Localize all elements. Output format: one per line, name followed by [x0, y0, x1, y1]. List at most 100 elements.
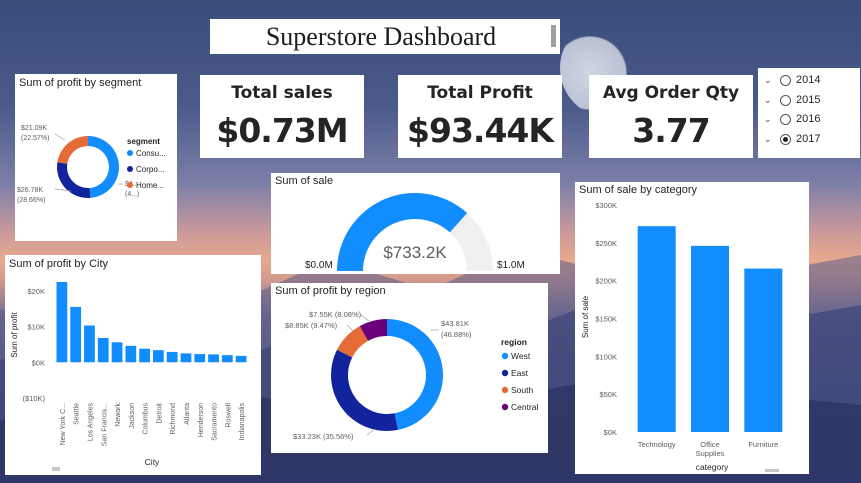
title-scrollbar[interactable]: [551, 25, 556, 47]
data-label: (28.66%): [17, 197, 45, 204]
radio-button-2015[interactable]: [780, 94, 791, 106]
x-tick-label: Indianapolis: [239, 403, 246, 441]
y-axis-title: Sum of sale: [581, 295, 590, 338]
segment-profit-chart[interactable]: Sum of profit by segment $21.09K (22.57%)…: [15, 74, 177, 241]
x-axis-title: City: [145, 457, 160, 467]
legend-label: Consu...: [136, 149, 166, 158]
bar-seattle: [70, 306, 82, 363]
y-tick-label: $150K: [595, 315, 617, 324]
kpi-value: $93.44K: [407, 111, 554, 150]
y-axis-title: Sum of profit: [10, 312, 19, 358]
chevron-down-icon[interactable]: ⌄: [764, 75, 776, 86]
slicer-item-2014[interactable]: ⌄ 2014: [764, 72, 820, 88]
slicer-label: 2017: [796, 133, 821, 145]
y-tick-label: $200K: [595, 277, 617, 286]
x-tick-label: Office: [700, 440, 719, 449]
horizontal-scrollbar: [765, 469, 779, 472]
legend-marker: [127, 166, 133, 172]
bar-sacramento: [208, 354, 219, 363]
kpi-card-total-sales[interactable]: Total sales $0.73M: [200, 75, 364, 158]
year-slicer[interactable]: ⌄ 2014 ⌄ 2015 ⌄ 2016 ⌄ 2017: [758, 68, 860, 158]
slicer-item-2015[interactable]: ⌄ 2015: [764, 92, 820, 108]
kpi-value: $0.73M: [216, 111, 348, 150]
leader-line: [346, 324, 354, 332]
chevron-down-icon[interactable]: ⌄: [764, 114, 776, 125]
kpi-card-avg-order-qty[interactable]: Avg Order Qty 3.77: [589, 75, 753, 158]
bar-jackson: [125, 345, 137, 363]
category-bar-svg: $300K $250K $200K $150K $100K $50K $0K Sum of s…: [581, 201, 783, 472]
leader-line: [360, 314, 370, 322]
leader-line: [54, 133, 66, 141]
chevron-down-icon[interactable]: ⌄: [764, 95, 776, 106]
legend-label: South: [511, 385, 533, 395]
data-label: (4...): [125, 191, 139, 198]
legend-marker: [501, 386, 509, 394]
x-tick-label: Richmond: [170, 403, 177, 435]
donut-slice-home-office: [57, 136, 88, 164]
legend-label: Home...: [136, 181, 164, 190]
kpi-card-total-profit[interactable]: Total Profit $93.44K: [398, 75, 562, 158]
legend-marker: [127, 150, 133, 156]
x-tick-label: Sacramento: [212, 403, 219, 441]
slicer-label: 2014: [796, 74, 821, 86]
legend-marker: [501, 403, 509, 411]
x-axis-title: category: [696, 462, 729, 472]
city-bar-svg: $20K $10K $0K ($10K) Sum of profit New York C…: [10, 281, 247, 471]
radio-button-2017-selected[interactable]: [780, 133, 791, 145]
x-tick-label: Henderson: [198, 403, 205, 437]
y-tick-label: $250K: [595, 239, 617, 248]
category-sale-chart[interactable]: Sum of sale by category $300K $250K $200K $…: [575, 182, 809, 474]
y-tick-label: ($10K): [22, 394, 45, 403]
legend-marker: [127, 182, 133, 188]
radio-button-2014[interactable]: [780, 74, 791, 86]
bar-newark: [111, 342, 123, 363]
kpi-label: Total Profit: [427, 83, 533, 103]
legend-marker: [501, 352, 509, 360]
data-label: $43.81K: [441, 319, 469, 328]
data-label: $33.23K (35.56%): [293, 432, 354, 441]
data-label: $21.09K: [21, 125, 47, 132]
radio-button-2016[interactable]: [780, 113, 791, 125]
x-tick-label: Newark: [115, 403, 122, 427]
x-tick-label: Roswell: [225, 403, 232, 428]
bar-atlanta: [180, 353, 192, 363]
y-tick-label: $10K: [27, 323, 45, 332]
city-profit-chart[interactable]: Sum of profit by City $20K $10K $0K ($10K) S…: [5, 255, 261, 475]
bar-indianapolis: [235, 355, 247, 363]
legend-title: segment: [127, 137, 160, 146]
bar-san-francis-: [97, 338, 109, 363]
leader-line: [366, 428, 376, 436]
y-tick-label: $50K: [599, 390, 617, 399]
slicer-item-2017[interactable]: ⌄ 2017: [764, 131, 820, 147]
y-tick-label: $300K: [595, 201, 617, 210]
chevron-down-icon[interactable]: ⌄: [764, 134, 776, 145]
gauge-max-label: $1.0M: [497, 260, 525, 271]
slicer-label: 2016: [796, 113, 821, 125]
data-label: (46.88%): [441, 330, 472, 339]
dashboard-title-box: Superstore Dashboard: [210, 19, 560, 54]
x-tick-label: Supplies: [696, 449, 725, 458]
bar-detroit: [153, 350, 164, 363]
y-tick-label: $0K: [604, 428, 617, 437]
region-profit-chart[interactable]: Sum of profit by region $43.81K (46.88%) $…: [271, 283, 548, 453]
data-label: (22.57%): [21, 135, 49, 142]
legend-label: East: [511, 368, 529, 378]
dashboard-title: Superstore Dashboard: [265, 22, 497, 51]
gauge-value-label: $733.2K: [383, 243, 447, 262]
slicer-item-2016[interactable]: ⌄ 2016: [764, 111, 820, 127]
x-tick-label: Detroit: [156, 403, 163, 424]
x-tick-label: New York C...: [60, 403, 67, 445]
legend-label: Corpo...: [136, 165, 164, 174]
x-tick-label: Jackson: [129, 403, 136, 429]
x-tick-label: Technology: [638, 440, 676, 449]
bar-technology: [637, 226, 676, 432]
legend-marker: [501, 369, 509, 377]
bar-office-supplies: [691, 245, 729, 432]
x-tick-label: Atlanta: [184, 403, 191, 425]
sale-gauge-chart[interactable]: Sum of sale $733.2K $0.0M $1.0M: [271, 173, 560, 274]
kpi-label: Avg Order Qty: [602, 83, 740, 103]
x-tick-label: San Francis...: [101, 403, 108, 446]
horizontal-scrollbar: [52, 467, 60, 471]
slicer-label: 2015: [796, 94, 821, 106]
y-tick-label: $0K: [32, 358, 45, 367]
